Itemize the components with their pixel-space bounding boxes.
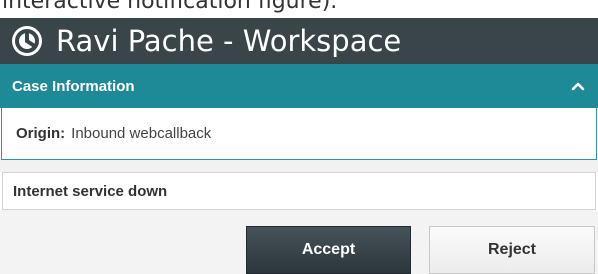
app-logo-icon: [12, 26, 42, 56]
section-divider: [0, 160, 598, 172]
chevron-up-icon[interactable]: [558, 64, 598, 108]
case-information-header[interactable]: Case Information: [0, 64, 598, 108]
actions-bar: Accept Reject: [0, 210, 598, 274]
accept-button[interactable]: Accept: [246, 226, 411, 274]
window-titlebar: Ravi Pache - Workspace: [0, 18, 598, 64]
origin-label: Origin:: [16, 125, 66, 142]
case-information-title: Case Information: [12, 77, 135, 95]
reject-button[interactable]: Reject: [429, 226, 595, 274]
case-subject-field: Internet service down: [2, 172, 596, 210]
caption-text: interactive notification figure).: [2, 0, 338, 14]
case-subject-text: Internet service down: [13, 182, 168, 200]
origin-field: Origin: Inbound webcallback: [1, 108, 597, 160]
figure-caption: interactive notification figure).: [0, 0, 598, 18]
origin-value: Inbound webcallback: [71, 125, 212, 142]
window-title: Ravi Pache - Workspace: [56, 24, 402, 58]
